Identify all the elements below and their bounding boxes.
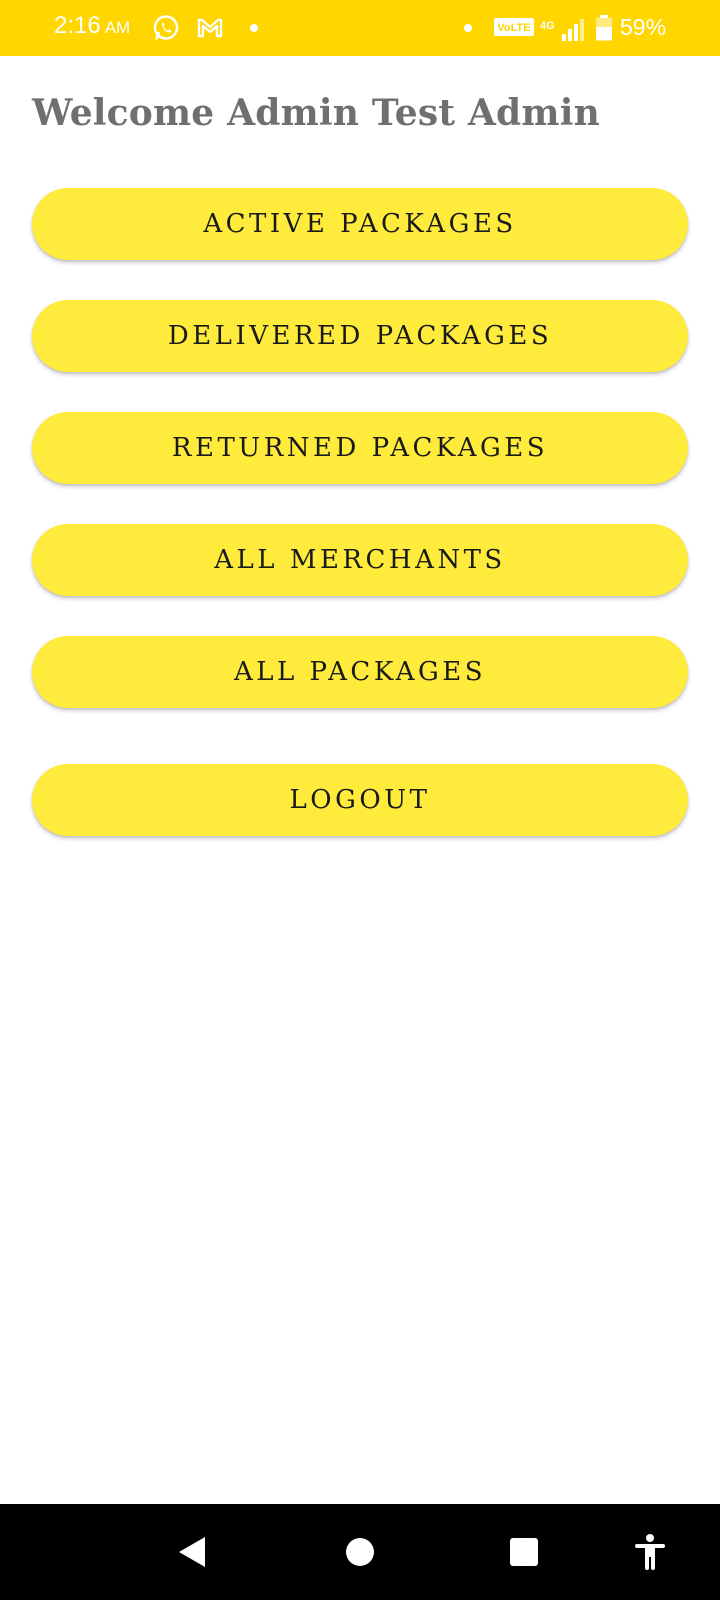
gmail-icon (197, 18, 223, 38)
battery-percentage: 59% (620, 14, 667, 40)
accessibility-icon (635, 1534, 665, 1570)
signal-icon (562, 19, 584, 41)
returned-packages-button[interactable]: RETURNED PACKAGES (32, 412, 688, 484)
dot-icon (464, 24, 472, 32)
recents-button[interactable] (504, 1532, 544, 1572)
recents-icon (510, 1538, 538, 1566)
whatsapp-icon (153, 15, 179, 40)
status-bar: 2:16 AM VoLTE 4G 59% (0, 0, 720, 56)
all-merchants-button[interactable]: ALL MERCHANTS (32, 524, 688, 596)
status-time: 2:16 AM (54, 12, 130, 40)
all-merchants-label: ALL MERCHANTS (214, 545, 506, 575)
welcome-heading: Welcome Admin Test Admin (32, 92, 600, 134)
all-packages-label: ALL PACKAGES (233, 657, 487, 687)
returned-packages-label: RETURNED PACKAGES (171, 433, 549, 463)
logout-button[interactable]: LOGOUT (32, 764, 688, 836)
network-type: 4G (540, 20, 555, 32)
active-packages-button[interactable]: ACTIVE PACKAGES (32, 188, 688, 260)
screen: 2:16 AM VoLTE 4G 59% Welcome Admin Test … (0, 0, 720, 1600)
delivered-packages-button[interactable]: DELIVERED PACKAGES (32, 300, 688, 372)
home-icon (346, 1538, 374, 1566)
delivered-packages-label: DELIVERED PACKAGES (167, 321, 553, 351)
all-packages-button[interactable]: ALL PACKAGES (32, 636, 688, 708)
logout-label: LOGOUT (289, 785, 431, 815)
status-time-value: 2:16 (54, 12, 101, 39)
battery-icon (596, 15, 612, 41)
back-button[interactable] (172, 1532, 212, 1572)
status-time-ampm: AM (104, 18, 131, 37)
volte-icon: VoLTE (494, 18, 534, 36)
home-button[interactable] (340, 1532, 380, 1572)
navigation-bar (0, 1504, 720, 1600)
back-icon (179, 1537, 205, 1567)
notification-dot-icon (250, 24, 258, 32)
active-packages-label: ACTIVE PACKAGES (203, 209, 517, 239)
accessibility-button[interactable] (630, 1532, 670, 1572)
